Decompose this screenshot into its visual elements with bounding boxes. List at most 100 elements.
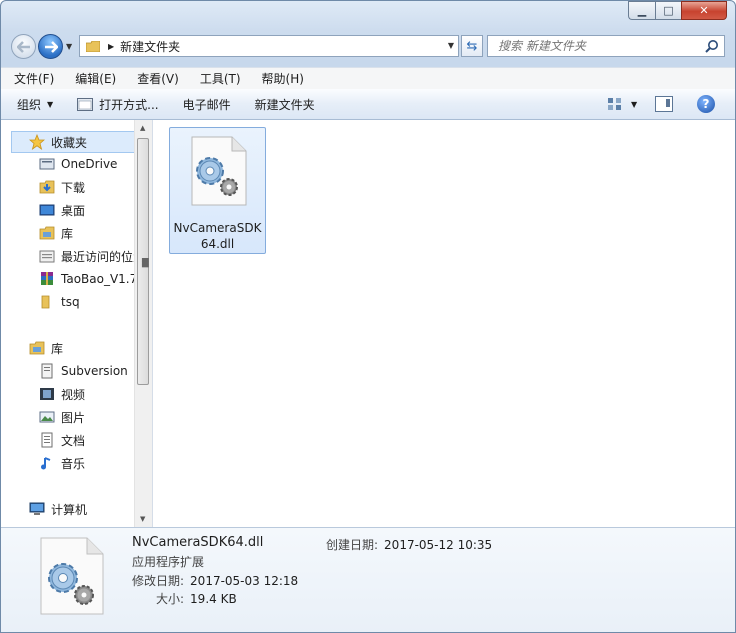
detail-created-value: 2017-05-12 10:35: [384, 538, 493, 552]
nav-item-label: 库: [61, 226, 74, 241]
detail-size-value: 19.4 KB: [190, 592, 237, 606]
nav-favorites-label: 收藏夹: [51, 135, 88, 150]
document-icon: [41, 432, 53, 448]
detail-size-label: 大小:: [156, 592, 185, 606]
onedrive-icon: [39, 158, 55, 170]
music-icon: [41, 457, 51, 470]
library-icon: [29, 341, 45, 355]
organize-label: 组织: [17, 97, 42, 112]
search-input[interactable]: [496, 38, 700, 54]
menu-edit[interactable]: 编辑(E): [72, 69, 119, 88]
scroll-up-arrow[interactable]: ▲: [140, 124, 145, 132]
menu-tools[interactable]: 工具(T): [197, 69, 244, 88]
address-bar[interactable]: ▶ 新建文件夹 ▼: [79, 35, 459, 57]
nav-computer[interactable]: 计算机: [1, 498, 87, 520]
file-list-area[interactable]: NvCameraSDK 64.dll: [153, 120, 735, 527]
scroll-thumb[interactable]: ▬ ▬ ▬: [137, 138, 150, 385]
nav-item-desktop[interactable]: 桌面: [1, 199, 85, 221]
back-button[interactable]: [11, 34, 36, 59]
desktop-icon: [39, 204, 55, 216]
preview-pane-icon[interactable]: [655, 96, 673, 112]
nav-item-label: 视频: [61, 387, 86, 402]
forward-icon: [44, 40, 58, 53]
view-dropdown-icon[interactable]: ▼: [631, 100, 637, 109]
nav-computer-label: 计算机: [51, 502, 88, 517]
new-folder-button[interactable]: 新建文件夹: [247, 96, 323, 113]
nav-item-label: Subversion: [61, 364, 128, 378]
nav-favorites[interactable]: 收藏夹: [11, 131, 141, 153]
search-icon[interactable]: [705, 39, 719, 53]
email-button[interactable]: 电子邮件: [175, 96, 239, 113]
file-item-selected[interactable]: NvCameraSDK 64.dll: [169, 127, 266, 254]
nav-item-documents[interactable]: 文档: [1, 429, 85, 451]
command-bar-right: ▼ ?: [607, 89, 735, 119]
archive-icon: [41, 272, 53, 285]
detail-modified-value: 2017-05-03 12:18: [190, 574, 299, 588]
forward-button[interactable]: [38, 34, 63, 59]
recent-pages-dropdown[interactable]: ▼: [66, 42, 72, 51]
open-with-button[interactable]: 打开方式...: [69, 96, 166, 113]
close-button[interactable]: ✕: [681, 1, 727, 20]
nav-item-label: 桌面: [61, 203, 86, 218]
nav-item-pictures[interactable]: 图片: [1, 406, 85, 428]
menu-file[interactable]: 文件(F): [11, 69, 57, 88]
nav-item-label: 文档: [61, 433, 86, 448]
detail-created-label: 创建日期:: [326, 538, 379, 552]
nav-item-label: 下载: [61, 180, 86, 195]
detail-created: 创建日期: 2017-05-12 10:35: [326, 536, 492, 553]
breadcrumb-current-folder[interactable]: 新建文件夹: [120, 38, 180, 55]
refresh-button[interactable]: ⇆: [461, 35, 483, 57]
detail-modified: 修改日期: 2017-05-03 12:18: [132, 572, 298, 589]
nav-item-label: 音乐: [61, 456, 86, 471]
nav-item-tsq[interactable]: tsq: [1, 291, 80, 313]
address-row: ▼ ▶ 新建文件夹 ▼ ⇆: [9, 32, 727, 60]
star-icon: [29, 134, 45, 150]
file-name-label: NvCameraSDK 64.dll: [173, 221, 262, 251]
nav-item-videos[interactable]: 视频: [1, 383, 85, 405]
nav-item-taobao[interactable]: TaoBao_V1.7: [1, 268, 137, 290]
open-with-label: 打开方式...: [99, 97, 159, 112]
search-box[interactable]: [487, 35, 725, 57]
chevron-down-icon: ▼: [47, 99, 54, 109]
nav-item-label: TaoBao_V1.7: [61, 272, 138, 286]
open-with-icon: [77, 97, 94, 111]
menu-view[interactable]: 查看(V): [134, 69, 182, 88]
minimize-button[interactable]: ▁: [628, 1, 655, 20]
detail-file-name: NvCameraSDK64.dll: [132, 535, 264, 550]
nav-item-label: tsq: [61, 295, 80, 309]
nav-item-downloads[interactable]: 下载: [1, 176, 85, 198]
nav-item-recent[interactable]: 最近访问的位置: [1, 245, 145, 267]
folder-icon: [86, 40, 100, 52]
nav-item-label: 最近访问的位置: [61, 249, 146, 264]
nav-item-subversion[interactable]: Subversion: [1, 360, 128, 382]
dll-gear-icon: [191, 136, 247, 206]
dll-gear-icon: [40, 537, 104, 615]
document-icon: [41, 363, 53, 379]
library-icon: [39, 226, 55, 240]
new-folder-label: 新建文件夹: [254, 97, 315, 112]
scroll-down-arrow[interactable]: ▼: [140, 515, 145, 523]
detail-file-type: 应用程序扩展: [132, 555, 205, 569]
details-pane: NvCameraSDK64.dll 应用程序扩展 修改日期: 2017-05-03…: [1, 527, 735, 632]
help-icon[interactable]: ?: [697, 95, 715, 113]
nav-item-onedrive[interactable]: OneDrive: [1, 153, 117, 175]
explorer-window: ▁ □ ✕ ▼ ▶ 新建文件夹 ▼ ⇆ 文件(F) 编辑(E) 查看(V) 工具…: [0, 0, 736, 633]
nav-scrollbar[interactable]: ▲ ▬ ▬ ▬ ▼: [134, 120, 152, 527]
nav-item-library[interactable]: 库: [1, 222, 73, 244]
nav-libraries[interactable]: 库: [1, 337, 63, 359]
back-icon: [16, 40, 30, 53]
nav-item-music[interactable]: 音乐: [1, 452, 85, 474]
scroll-grip: ▬ ▬ ▬: [141, 255, 150, 271]
maximize-button[interactable]: □: [655, 1, 681, 20]
navigation-pane: 收藏夹 OneDrive 下载 桌面 库 最近访问的位置 TaoBao_V1.7: [1, 120, 153, 527]
menu-help[interactable]: 帮助(H): [259, 69, 307, 88]
recent-icon: [39, 250, 55, 263]
address-history-dropdown[interactable]: ▼: [448, 41, 454, 50]
breadcrumb-separator[interactable]: ▶: [108, 42, 114, 51]
change-view-button[interactable]: ▼: [607, 97, 643, 111]
downloads-icon: [39, 180, 55, 194]
video-icon: [40, 388, 54, 400]
organize-button[interactable]: 组织 ▼: [9, 96, 61, 113]
nav-item-label: OneDrive: [61, 157, 118, 171]
menu-bar: 文件(F) 编辑(E) 查看(V) 工具(T) 帮助(H): [1, 67, 735, 89]
